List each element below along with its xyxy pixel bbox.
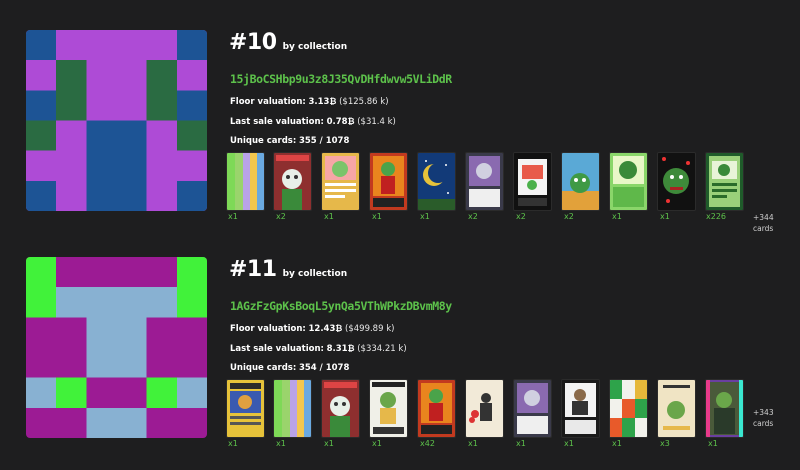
card-thumbnail[interactable] — [705, 152, 744, 211]
card-thumbnail[interactable] — [273, 152, 312, 211]
card-count: x1 — [612, 439, 622, 448]
card-thumbnail[interactable] — [465, 379, 504, 438]
card-count: x1 — [660, 212, 670, 221]
floor-valuation: Floor valuation: 3.13₿ ($125.86 k) — [230, 97, 389, 107]
card-thumbnail[interactable] — [417, 379, 456, 438]
card-thumbnail[interactable] — [513, 152, 552, 211]
card-count: x1 — [228, 212, 238, 221]
card-thumbnail[interactable] — [609, 152, 648, 211]
last-sale-valuation: Last sale valuation: 0.78₿ ($31.4 k) — [230, 117, 396, 127]
card-thumbnail[interactable] — [657, 379, 696, 438]
by-collection-label: by collection — [282, 42, 348, 52]
collection-rank: #10 — [229, 30, 277, 55]
card-strip: +343 cards x1 x1 x1 x1 x42 x1 x1 x1 x1 x… — [226, 379, 789, 449]
collection-address[interactable]: 1AGzFzGpKsBoqL5ynQa5VThWPkzDBvmM8y — [230, 299, 452, 313]
unique-cards: Unique cards: 354 / 1078 — [230, 363, 350, 373]
card-count: x1 — [612, 212, 622, 221]
more-cards-link[interactable]: +344 cards — [753, 212, 774, 234]
card-thumbnail[interactable] — [417, 152, 456, 211]
card-strip: +344 cards x1 x2 x1 x1 x1 x2 x2 x2 x1 x1… — [226, 152, 789, 233]
card-thumbnail[interactable] — [561, 379, 600, 438]
last-sale-usd: ($334.21 k) — [357, 344, 407, 354]
card-thumbnail[interactable] — [465, 152, 504, 211]
card-thumbnail[interactable] — [513, 379, 552, 438]
unique-cards: Unique cards: 355 / 1078 — [230, 136, 350, 146]
card-count: x2 — [564, 212, 574, 221]
collection-title: #10 by collection — [229, 30, 347, 60]
card-thumbnail[interactable] — [226, 379, 265, 438]
card-count: x2 — [516, 212, 526, 221]
card-thumbnail[interactable] — [609, 379, 648, 438]
card-count: x1 — [708, 439, 718, 448]
card-count: x1 — [516, 439, 526, 448]
card-thumbnail[interactable] — [321, 379, 360, 438]
floor-valuation: Floor valuation: 12.43₿ ($499.89 k) — [230, 324, 395, 334]
last-sale-btc: 0.78₿ — [326, 117, 355, 127]
card-count: x2 — [468, 212, 478, 221]
card-count: x1 — [324, 439, 334, 448]
more-cards-link[interactable]: +343 cards — [753, 407, 774, 429]
floor-btc: 3.13₿ — [308, 97, 337, 107]
card-count: x1 — [276, 439, 286, 448]
last-sale-usd: ($31.4 k) — [357, 117, 396, 127]
card-thumbnail[interactable] — [369, 379, 408, 438]
card-count: x1 — [324, 212, 334, 221]
collection-rank: #11 — [229, 257, 277, 282]
collection-avatar[interactable] — [26, 30, 207, 211]
card-thumbnail[interactable] — [273, 379, 312, 438]
floor-btc: 12.43₿ — [308, 324, 343, 334]
card-count: x1 — [372, 212, 382, 221]
card-count: x3 — [660, 439, 670, 448]
card-thumbnail[interactable] — [657, 152, 696, 211]
by-collection-label: by collection — [282, 269, 348, 279]
card-count: x1 — [468, 439, 478, 448]
card-count: x2 — [276, 212, 286, 221]
floor-usd: ($499.89 k) — [345, 324, 395, 334]
card-count: x226 — [706, 212, 727, 221]
collection-avatar[interactable] — [26, 257, 207, 438]
last-sale-btc: 8.31₿ — [326, 344, 355, 354]
unique-cards-count: 354 / 1078 — [298, 363, 350, 373]
collection-title: #11 by collection — [229, 257, 347, 287]
card-thumbnail[interactable] — [226, 152, 265, 211]
card-thumbnail[interactable] — [705, 379, 744, 438]
card-thumbnail[interactable] — [369, 152, 408, 211]
card-count: x1 — [420, 212, 430, 221]
floor-usd: ($125.86 k) — [339, 97, 389, 107]
card-count: x1 — [228, 439, 238, 448]
unique-cards-count: 355 / 1078 — [298, 136, 350, 146]
card-thumbnail[interactable] — [321, 152, 360, 211]
card-count: x42 — [420, 439, 435, 448]
card-count: x1 — [564, 439, 574, 448]
collection-address[interactable]: 15jBoCSHbp9u3z8J35QvDHfdwvw5VLiDdR — [230, 72, 452, 86]
card-count: x1 — [372, 439, 382, 448]
last-sale-valuation: Last sale valuation: 8.31₿ ($334.21 k) — [230, 344, 407, 354]
card-thumbnail[interactable] — [561, 152, 600, 211]
